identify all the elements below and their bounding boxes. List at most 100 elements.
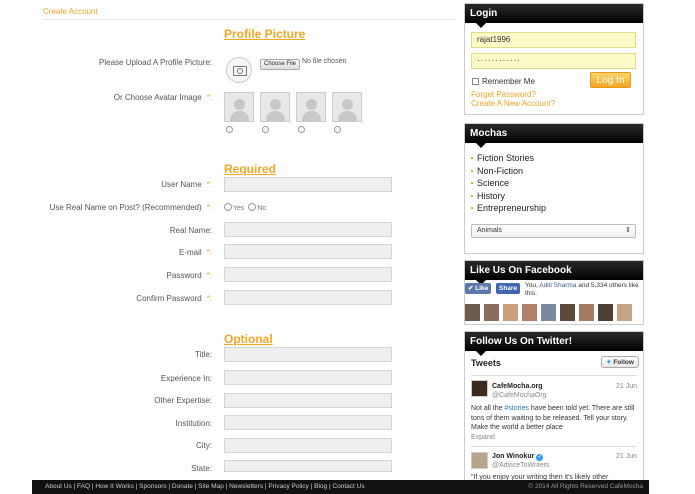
yes-label: Yes [233,205,245,212]
confirm-password-input[interactable] [224,290,392,305]
tweet-avatar[interactable] [471,380,488,397]
login-username-input[interactable]: rajat1996 [471,32,636,48]
tweet-text-before: Not all the [471,405,505,412]
tweet-expand-link[interactable]: Expand [471,434,495,441]
twitter-bird-icon: ✦ [606,359,612,366]
other-expertise-input[interactable] [224,393,392,408]
follow-label: Follow [613,359,634,366]
tweet-author[interactable]: CafeMocha.org [492,383,543,390]
section-required: Required [224,162,277,176]
label-row: Or Choose Avatar Image *: [0,93,212,105]
mochas-title: Mochas [465,124,643,148]
avatar-label-wrap: Or Choose Avatar Image *: [114,93,212,102]
login-title: Login [465,4,643,28]
login-password-input[interactable]: ············ [471,53,636,69]
login-panel: Login rajat1996 ············ Remember Me… [464,3,644,115]
tweet-date[interactable]: 21 Jun [616,383,637,390]
tweet-author-wrap[interactable]: Jon Winokur ✓ [492,453,544,461]
tweet-date[interactable]: 21 Jun [616,453,637,460]
state-label: State: [191,464,212,473]
friend-avatar[interactable] [560,304,575,321]
tweet-hashtag[interactable]: #stories [504,405,529,412]
confirm-password-label-wrap: Confirm Password *: [136,294,212,303]
avatar-radio-2[interactable] [262,126,269,133]
password-input[interactable] [224,267,392,282]
category-item[interactable]: Science [471,177,546,190]
forgot-password-link[interactable]: Forget Password? [471,90,536,99]
twitter-title: Follow Us On Twitter! [465,332,643,356]
create-account-link[interactable]: Create A New Account? [471,99,555,108]
city-label: City: [196,441,212,450]
password-label-wrap: Password *: [167,271,212,280]
title-label: Title: [194,350,212,359]
category-item[interactable]: Fiction Stories [471,152,546,165]
city-input[interactable] [224,438,392,453]
no-label: No [257,205,267,212]
institution-input[interactable] [224,415,392,430]
required-mark: *: [206,271,212,280]
yes-radio[interactable] [224,203,232,211]
facebook-share-button[interactable]: Share [496,283,521,294]
avatar-option-4[interactable] [332,92,362,122]
category-item[interactable]: Non-Fiction [471,165,546,178]
avatar-option-3[interactable] [296,92,326,122]
avatar-radio-3[interactable] [298,126,305,133]
twitter-panel: Follow Us On Twitter! Tweets ✦ Follow Ca… [464,331,644,481]
footer-links[interactable]: About Us | FAQ | How It Works | Sponsors… [45,480,365,494]
other-expertise-label: Other Expertise: [154,396,212,405]
email-input[interactable] [224,244,392,259]
friend-avatar[interactable] [579,304,594,321]
choose-file-button[interactable]: Choose File [260,59,301,70]
friend-avatar[interactable] [484,304,499,321]
fb-friend-name[interactable]: Aditi Sharma [539,282,576,289]
category-item[interactable]: Entrepreneurship [471,202,546,215]
category-item[interactable]: History [471,190,546,203]
label-row: Real Name: [0,226,212,238]
required-mark: *: [206,93,212,102]
friend-avatar[interactable] [503,304,518,321]
facebook-title: Like Us On Facebook [465,261,643,285]
username-label: User Name [161,180,202,189]
no-radio[interactable] [248,203,257,211]
avatar-radio-1[interactable] [226,126,233,133]
experience-label: Experience In: [160,374,212,383]
title-input[interactable] [224,347,392,362]
tweet-handle[interactable]: @AdviceToWriters [492,462,550,469]
tweet-avatar[interactable] [471,452,488,469]
real-name-options: Yes No [224,203,266,212]
mochas-panel: Mochas Fiction Stories Non-Fiction Scien… [464,123,644,254]
avatar-option-1[interactable] [224,92,254,122]
remember-me-checkbox[interactable] [472,78,479,85]
fb-you: You, [525,282,538,289]
experience-input[interactable] [224,370,392,385]
avatar-option-2[interactable] [260,92,290,122]
login-button[interactable]: Log In [590,72,631,88]
friend-avatar[interactable] [465,304,480,321]
use-real-name-label: Use Real Name on Post? (Recommended) [49,203,202,212]
twitter-follow-button[interactable]: ✦ Follow [601,356,639,368]
username-input[interactable] [224,177,392,192]
friend-avatar[interactable] [617,304,632,321]
camera-icon [226,57,252,83]
copyright: © 2014 All Rights Reserved CafeMocha [528,483,643,490]
tweet-handle[interactable]: @CafeMochaOrg [492,392,547,399]
file-status: No file chosen [302,58,347,65]
section-profile-picture: Profile Picture [224,27,306,41]
breadcrumb: Create Account [43,7,98,16]
real-name-label: Real Name: [169,226,212,235]
state-input[interactable] [224,460,392,472]
divider [471,375,637,376]
category-select[interactable]: Animals ⇕ [471,224,636,238]
friend-avatar[interactable] [522,304,537,321]
category-select-value: Animals [477,227,502,234]
label-row: State: [0,464,212,476]
facebook-like-button[interactable]: ✔ Like [465,283,492,294]
label-row: Confirm Password *: [0,294,212,306]
friend-avatar[interactable] [598,304,613,321]
label-row: Institution: [0,419,212,431]
divider [43,19,455,20]
avatar-radio-4[interactable] [334,126,341,133]
friend-avatar[interactable] [541,304,556,321]
label-row: City: [0,441,212,453]
real-name-input[interactable] [224,222,392,237]
